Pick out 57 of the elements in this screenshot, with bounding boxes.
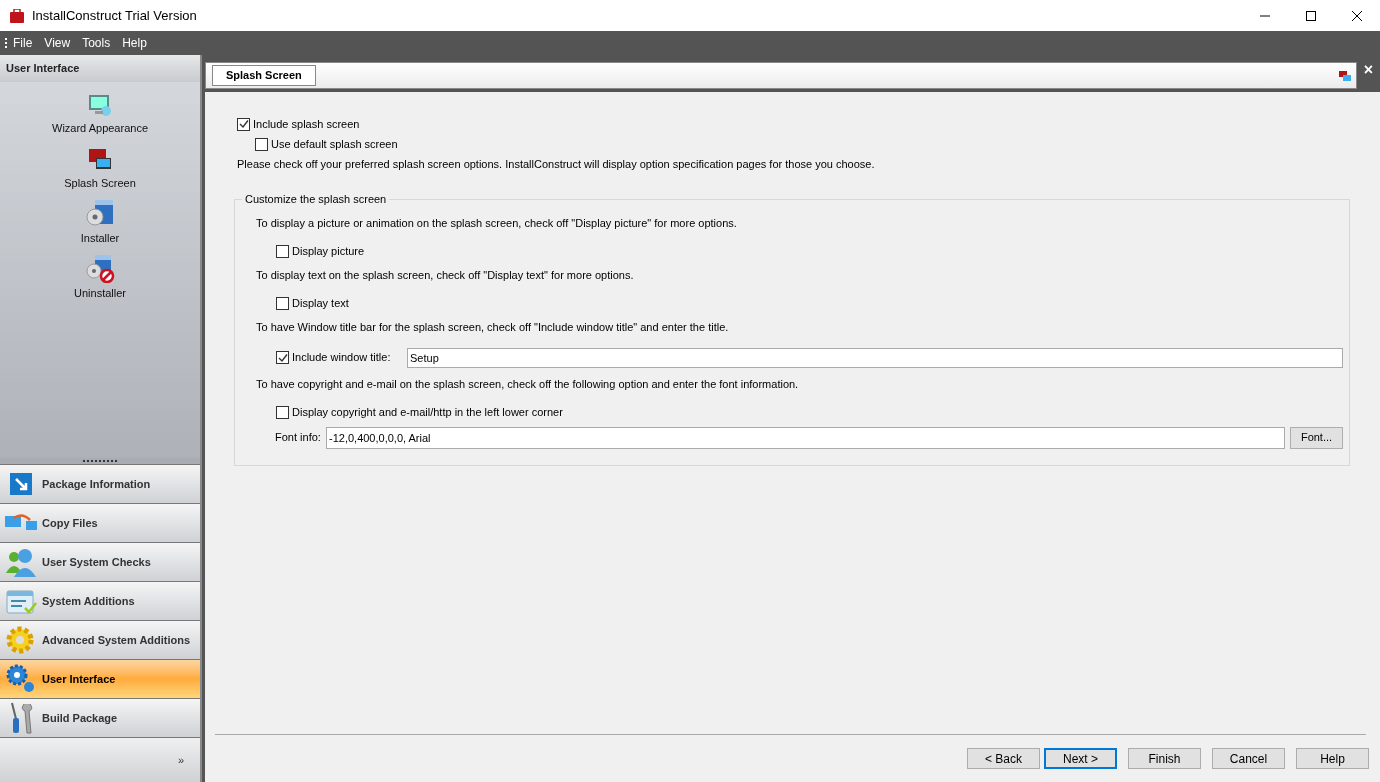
disc-box-icon bbox=[85, 198, 115, 228]
sidebar-item[interactable]: Installer bbox=[80, 230, 120, 247]
checkbox[interactable] bbox=[276, 297, 289, 310]
checkbox[interactable] bbox=[276, 351, 289, 364]
checkbox-label: Include window title: bbox=[292, 350, 391, 366]
instruction-text: Please check off your preferred splash screen options. InstallConstruct will display option specification pages for those you choose. bbox=[237, 157, 876, 172]
wizard-button[interactable]: Help bbox=[1296, 748, 1369, 769]
nav-button[interactable]: User System Checks bbox=[0, 542, 200, 581]
checkbox[interactable] bbox=[255, 137, 268, 151]
nav-button[interactable]: Copy Files bbox=[0, 503, 200, 542]
nav-button[interactable]: Build Package bbox=[0, 698, 200, 737]
toolbox-icon bbox=[9, 8, 25, 23]
checkbox-label: Use default splash screen bbox=[271, 136, 398, 152]
wizard-button[interactable]: Next > bbox=[1044, 748, 1117, 769]
instruction-text: To display text on the splash screen, check off "Display text" for more options. bbox=[256, 267, 635, 283]
checkbox-label: Include splash screen bbox=[253, 116, 360, 132]
wizard-button[interactable]: Cancel bbox=[1212, 748, 1285, 769]
group-title: Customize the splash screen bbox=[244, 192, 388, 207]
check-icon bbox=[277, 352, 288, 363]
menu-item[interactable]: File bbox=[7, 34, 39, 52]
tab[interactable]: Splash Screen bbox=[212, 65, 316, 86]
maximize-icon bbox=[1306, 10, 1316, 21]
screens-icon bbox=[1339, 70, 1351, 81]
checkbox[interactable] bbox=[276, 245, 289, 258]
instruction-text: To have copyright and e-mail on the splash screen, check off the following option and enter the font information. bbox=[256, 376, 800, 392]
nav-button[interactable]: Advanced System Additions bbox=[0, 620, 200, 659]
sidebar-item[interactable]: Splash Screen bbox=[64, 175, 136, 192]
close-tab-button[interactable]: × bbox=[1357, 62, 1380, 78]
checkbox-label: Display text bbox=[292, 296, 349, 312]
sidebar-header: User Interface bbox=[0, 55, 200, 82]
users-icon bbox=[4, 547, 38, 577]
checkbox[interactable] bbox=[276, 406, 289, 419]
wizard-button[interactable]: < Back bbox=[967, 748, 1040, 769]
instruction-text: To have Window title bar for the splash screen, check off "Include window title" and enter the title. bbox=[256, 319, 730, 335]
menu-item[interactable]: Help bbox=[116, 34, 153, 52]
nav-button[interactable]: User Interface bbox=[0, 659, 200, 698]
close-icon bbox=[1352, 10, 1362, 21]
sidebar-item[interactable]: Wizard Appearance bbox=[52, 120, 148, 137]
nav-button[interactable]: Package Information bbox=[0, 464, 200, 503]
wizard-button[interactable]: Finish bbox=[1128, 748, 1201, 769]
font-button[interactable]: Font... bbox=[1290, 426, 1343, 449]
title-input-field[interactable]: Setup bbox=[407, 347, 1343, 368]
more-button[interactable]: » bbox=[177, 754, 184, 766]
nav-button[interactable]: System Additions bbox=[0, 581, 200, 620]
window-title: InstallConstruct Trial Version bbox=[32, 6, 197, 25]
disc-box-prohibited-icon bbox=[85, 253, 115, 283]
checkbox-label: Display picture bbox=[292, 244, 365, 260]
instruction-text: To display a picture or animation on the splash screen, check off "Display picture" for more options. bbox=[256, 215, 738, 231]
font-input-field[interactable]: -12,0,400,0,0,0, Arial bbox=[326, 426, 1285, 449]
splitter-handle[interactable] bbox=[0, 458, 200, 464]
check-icon bbox=[238, 119, 249, 129]
field-label: Font info: bbox=[275, 430, 322, 446]
menu-item[interactable]: View bbox=[38, 34, 77, 52]
checkbox[interactable] bbox=[237, 117, 250, 131]
sidebar-item[interactable]: Uninstaller bbox=[74, 285, 126, 302]
menu-item[interactable]: Tools bbox=[76, 34, 117, 52]
checkbox-label: Display copyright and e-mail/http in the left lower corner bbox=[292, 405, 563, 421]
